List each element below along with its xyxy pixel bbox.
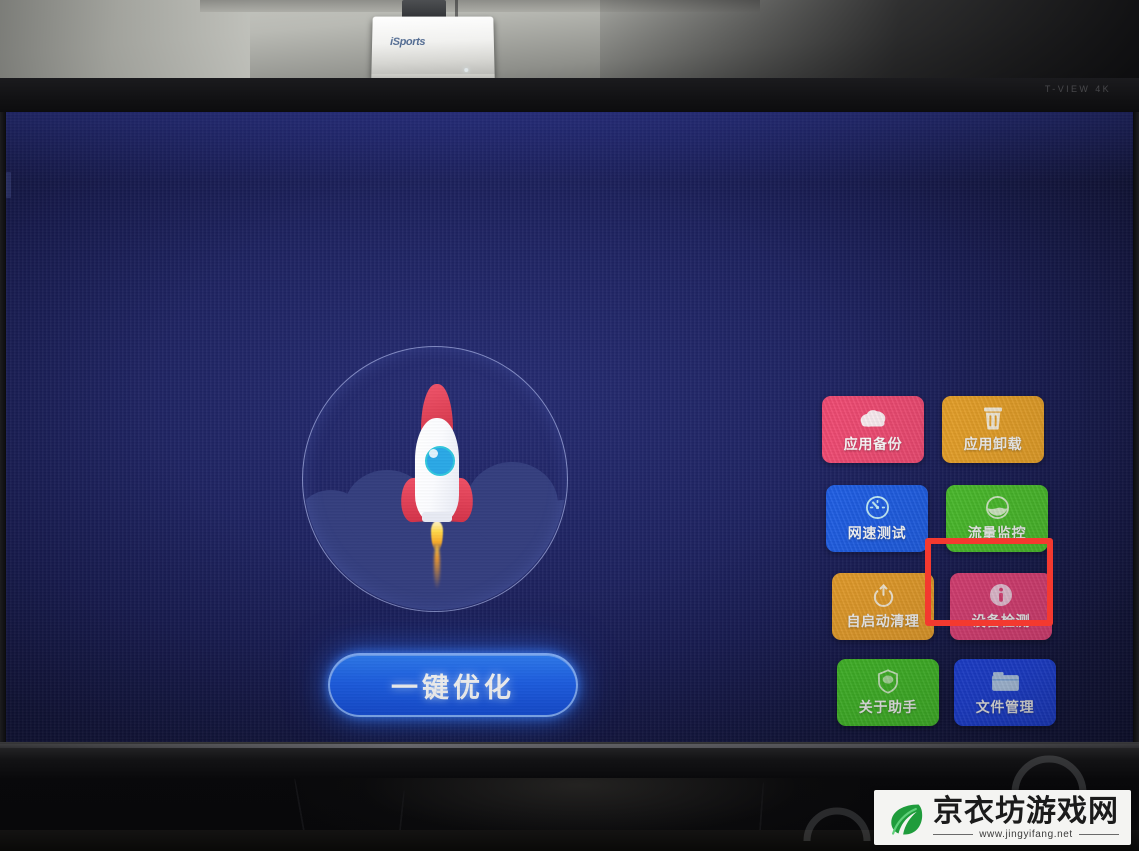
tile-label: 流量监控 bbox=[967, 524, 1027, 541]
tv-bezel-right bbox=[1133, 112, 1139, 742]
green-leaf-icon bbox=[891, 803, 923, 835]
tile-app-backup[interactable]: 应用备份 bbox=[822, 396, 924, 463]
tile-label: 设备检测 bbox=[971, 612, 1031, 629]
tv-bezel-highlight bbox=[0, 744, 1139, 748]
tile-label: 应用备份 bbox=[843, 435, 903, 452]
one-key-optimize-button[interactable]: 一键优化 bbox=[328, 653, 578, 717]
site-watermark: 京衣坊游戏网 www.jingyifang.net bbox=[874, 790, 1131, 845]
offscreen-ui-sliver bbox=[6, 172, 11, 198]
watermark-url: www.jingyifang.net bbox=[979, 829, 1073, 840]
data-usage-icon bbox=[985, 495, 1010, 520]
watermark-subtitle: www.jingyifang.net bbox=[933, 829, 1119, 840]
tile-label: 自启动清理 bbox=[846, 612, 920, 629]
tile-label: 文件管理 bbox=[975, 698, 1035, 715]
one-key-optimize-label: 一键优化 bbox=[391, 672, 515, 703]
power-up-icon bbox=[871, 583, 896, 608]
tile-autostart-clean[interactable]: 自启动清理 bbox=[832, 573, 934, 640]
hero-circle-ring bbox=[302, 346, 568, 612]
hero-rocket-graphic bbox=[302, 346, 568, 612]
set-top-box-led bbox=[464, 68, 469, 73]
speedometer-icon bbox=[865, 495, 890, 520]
tile-speed-test[interactable]: 网速测试 bbox=[826, 485, 928, 552]
trash-icon bbox=[983, 406, 1003, 431]
tile-file-manager[interactable]: 文件管理 bbox=[954, 659, 1056, 726]
watermark-title: 京衣坊游戏网 bbox=[933, 794, 1119, 829]
cloud-icon bbox=[858, 406, 888, 431]
set-top-box: iSports bbox=[371, 16, 495, 87]
info-icon bbox=[989, 583, 1013, 608]
tile-about-assistant[interactable]: 关于助手 bbox=[837, 659, 939, 726]
tile-label: 应用卸载 bbox=[963, 435, 1023, 452]
tile-label: 关于助手 bbox=[858, 698, 918, 715]
screen-backlight-glow bbox=[6, 112, 1133, 182]
tile-device-check[interactable]: 设备检测 bbox=[950, 573, 1052, 640]
tile-data-monitor[interactable]: 流量监控 bbox=[946, 485, 1048, 552]
watermark-text-block: 京衣坊游戏网 www.jingyifang.net bbox=[933, 797, 1119, 840]
set-top-box-logo: iSports bbox=[389, 36, 426, 48]
watermark-rule-left bbox=[933, 834, 974, 835]
tile-label: 网速测试 bbox=[847, 524, 907, 541]
feature-tile-grid: 应用备份 应用卸载 网速测试 流量监控 自启动清理 设备检测 关于助手 文件管理 bbox=[812, 396, 1062, 732]
photograph-of-tv: iSports T-VIEW 4K 一键优化 应用备份 应用卸载 网速测试 流量… bbox=[0, 0, 1139, 851]
tv-brand-label: T-VIEW 4K bbox=[1044, 84, 1111, 94]
shield-badge-icon bbox=[876, 668, 900, 694]
watermark-rule-right bbox=[1078, 834, 1119, 835]
folder-icon bbox=[991, 669, 1020, 694]
tile-app-uninstall[interactable]: 应用卸载 bbox=[942, 396, 1044, 463]
tv-screen: 一键优化 缓存清理 卸载残留 bbox=[6, 112, 1133, 742]
